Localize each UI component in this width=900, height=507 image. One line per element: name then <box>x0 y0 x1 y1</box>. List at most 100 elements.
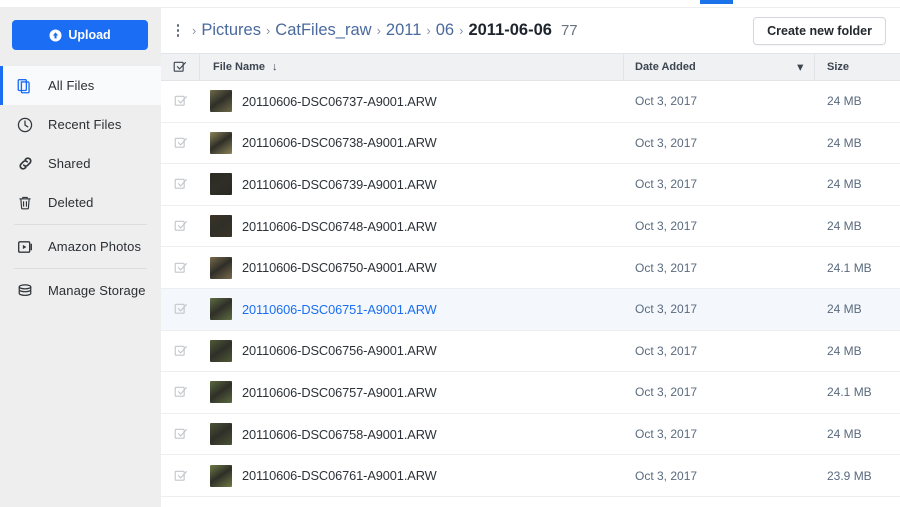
row-size: 23.9 MB <box>827 468 872 483</box>
sidebar-item-recent-files[interactable]: Recent Files <box>0 105 161 144</box>
sidebar-item-label: Recent Files <box>48 117 122 132</box>
row-date-added: Oct 3, 2017 <box>635 385 698 400</box>
file-name-link[interactable]: 20110606-DSC06737-A9001.ARW <box>242 94 437 109</box>
row-checkbox[interactable] <box>161 385 200 399</box>
breadcrumb-separator: › <box>376 23 381 38</box>
sidebar-item-label: All Files <box>48 78 95 93</box>
file-thumbnail[interactable] <box>210 173 232 196</box>
row-file-name-cell: 20110606-DSC06761-A9001.ARW <box>200 464 624 487</box>
file-name-link[interactable]: 20110606-DSC06758-A9001.ARW <box>242 427 437 442</box>
column-header-date-added[interactable]: Date Added ▾ <box>624 54 815 80</box>
file-thumbnail[interactable] <box>210 464 232 487</box>
breadcrumb-item[interactable]: CatFiles_raw <box>275 21 371 40</box>
column-header-size-label: Size <box>827 61 850 73</box>
file-thumbnail[interactable] <box>210 90 232 113</box>
row-file-name-cell: 20110606-DSC06737-A9001.ARW <box>200 90 624 113</box>
upload-button[interactable]: Upload <box>12 20 148 50</box>
breadcrumb-item-current: 2011-06-06 <box>468 21 552 39</box>
table-row[interactable]: 20110606-DSC06737-A9001.ARW Oct 3, 2017 24… <box>161 81 900 123</box>
active-tab-indicator[interactable] <box>700 0 733 4</box>
breadcrumb-separator: › <box>192 23 197 38</box>
row-checkbox[interactable] <box>161 219 200 233</box>
file-thumbnail[interactable] <box>210 256 232 279</box>
row-date-added: Oct 3, 2017 <box>635 302 698 317</box>
row-checkbox[interactable] <box>161 94 200 108</box>
row-size: 24 MB <box>827 427 862 442</box>
row-file-name-cell: 20110606-DSC06758-A9001.ARW <box>200 423 624 446</box>
row-size: 24 MB <box>827 135 862 150</box>
kebab-menu-icon[interactable] <box>171 21 185 41</box>
clock-icon <box>14 114 36 136</box>
file-name-link[interactable]: 20110606-DSC06751-A9001.ARW <box>242 302 437 317</box>
sidebar-item-manage-storage[interactable]: Manage Storage <box>0 271 161 310</box>
file-thumbnail[interactable] <box>210 339 232 362</box>
row-size: 24 MB <box>827 343 862 358</box>
app-root: Upload All Files Recent Files Shared Del… <box>0 0 900 507</box>
main-panel: › Pictures › CatFiles_raw › 2011 › 06 › 2011-06-0… <box>161 8 900 507</box>
sidebar-item-amazon-photos[interactable]: Amazon Photos <box>0 227 161 266</box>
select-all-checkbox[interactable] <box>161 54 200 80</box>
row-date-added: Oct 3, 2017 <box>635 219 698 234</box>
upload-button-label: Upload <box>68 28 111 42</box>
create-new-folder-button[interactable]: Create new folder <box>753 17 886 45</box>
file-table-body: 20110606-DSC06737-A9001.ARW Oct 3, 2017 24… <box>161 81 900 497</box>
column-header-size[interactable]: Size <box>815 54 900 80</box>
file-name-link[interactable]: 20110606-DSC06750-A9001.ARW <box>242 260 437 275</box>
sort-ascending-icon: ↓ <box>271 61 278 73</box>
row-date-added: Oct 3, 2017 <box>635 427 698 442</box>
column-header-date-added-label: Date Added <box>635 61 696 73</box>
row-checkbox[interactable] <box>161 177 200 191</box>
table-row[interactable]: 20110606-DSC06751-A9001.ARW Oct 3, 2017 24… <box>161 288 900 331</box>
row-checkbox[interactable] <box>161 427 200 441</box>
files-icon <box>14 75 36 97</box>
trash-icon <box>14 192 36 214</box>
sidebar-item-label: Manage Storage <box>48 283 146 298</box>
table-row[interactable]: 20110606-DSC06738-A9001.ARW Oct 3, 2017 24… <box>161 122 900 165</box>
link-icon <box>14 153 36 175</box>
breadcrumb-item[interactable]: 2011 <box>386 21 421 40</box>
file-name-link[interactable]: 20110606-DSC06739-A9001.ARW <box>242 177 437 192</box>
file-thumbnail[interactable] <box>210 298 232 321</box>
breadcrumb-separator: › <box>426 23 431 38</box>
table-row[interactable]: 20110606-DSC06757-A9001.ARW Oct 3, 2017 24… <box>161 372 900 414</box>
row-checkbox[interactable] <box>161 344 200 358</box>
file-name-link[interactable]: 20110606-DSC06761-A9001.ARW <box>242 468 437 483</box>
row-date-added: Oct 3, 2017 <box>635 94 698 109</box>
table-row[interactable]: 20110606-DSC06739-A9001.ARW Oct 3, 2017 24… <box>161 164 900 206</box>
row-checkbox[interactable] <box>161 261 200 275</box>
sidebar-item-label: Amazon Photos <box>48 239 142 254</box>
row-size: 24 MB <box>827 219 862 234</box>
sidebar-divider-1 <box>14 224 147 225</box>
sidebar-item-label: Shared <box>48 156 91 171</box>
breadcrumb-item[interactable]: 06 <box>436 21 454 40</box>
row-date-added: Oct 3, 2017 <box>635 468 698 483</box>
file-thumbnail[interactable] <box>210 423 232 446</box>
row-date-added: Oct 3, 2017 <box>635 260 698 275</box>
row-file-name-cell: 20110606-DSC06756-A9001.ARW <box>200 339 624 362</box>
table-row[interactable]: 20110606-DSC06748-A9001.ARW Oct 3, 2017 24… <box>161 205 900 248</box>
file-name-link[interactable]: 20110606-DSC06756-A9001.ARW <box>242 343 437 358</box>
sidebar-item-shared[interactable]: Shared <box>0 144 161 183</box>
table-row[interactable]: 20110606-DSC06761-A9001.ARW Oct 3, 2017 23… <box>161 455 900 497</box>
column-header-file-name[interactable]: File Name ↓ <box>200 54 624 80</box>
file-name-link[interactable]: 20110606-DSC06757-A9001.ARW <box>242 385 437 400</box>
file-name-link[interactable]: 20110606-DSC06748-A9001.ARW <box>242 219 437 234</box>
file-name-link[interactable]: 20110606-DSC06738-A9001.ARW <box>242 135 437 150</box>
file-thumbnail[interactable] <box>210 381 232 404</box>
breadcrumb-item[interactable]: Pictures <box>201 21 261 40</box>
row-checkbox[interactable] <box>161 469 200 483</box>
row-date-added: Oct 3, 2017 <box>635 135 698 150</box>
table-row[interactable]: 20110606-DSC06756-A9001.ARW Oct 3, 2017 24… <box>161 330 900 373</box>
row-checkbox[interactable] <box>161 136 200 150</box>
breadcrumb-item-count: 77 <box>560 22 578 39</box>
file-thumbnail[interactable] <box>210 215 232 238</box>
table-row[interactable]: 20110606-DSC06758-A9001.ARW Oct 3, 2017 24… <box>161 413 900 456</box>
sidebar-item-deleted[interactable]: Deleted <box>0 183 161 222</box>
row-date-added: Oct 3, 2017 <box>635 177 698 192</box>
table-row[interactable]: 20110606-DSC06750-A9001.ARW Oct 3, 2017 24… <box>161 247 900 289</box>
sidebar-item-all-files[interactable]: All Files <box>0 66 161 105</box>
row-size: 24.1 MB <box>827 260 872 275</box>
file-thumbnail[interactable] <box>210 131 232 154</box>
row-checkbox[interactable] <box>161 302 200 316</box>
row-size: 24 MB <box>827 177 862 192</box>
